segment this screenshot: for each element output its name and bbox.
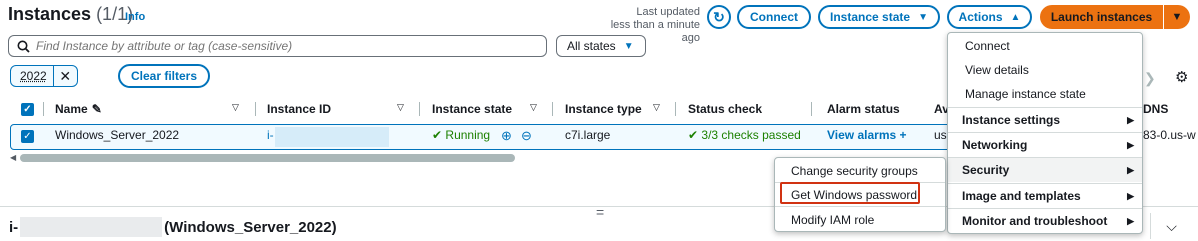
states-select[interactable]: All states ▼ <box>556 35 646 57</box>
resize-handle[interactable]: = <box>596 204 604 220</box>
cell-name: Windows_Server_2022 <box>55 128 180 142</box>
highlight-box <box>780 182 920 204</box>
column-divider <box>43 102 44 116</box>
clear-filters-button[interactable]: Clear filters <box>118 64 210 88</box>
column-divider <box>419 102 420 116</box>
launch-instances-button[interactable]: Launch instances <box>1040 5 1163 29</box>
column-header-name[interactable]: Name ✎ <box>55 97 102 121</box>
menu-group-instance-settings[interactable]: Instance settings ▶ <box>948 107 1142 132</box>
sort-icon[interactable]: ▽ <box>653 102 660 113</box>
next-page-icon[interactable]: ❯ <box>1144 70 1156 87</box>
gear-icon[interactable]: ⚙ <box>1175 68 1188 86</box>
filter-token-text: 2022 <box>20 69 47 83</box>
actions-menu: Connect View details Manage instance sta… <box>947 32 1143 234</box>
instance-state-label: Instance state <box>830 10 911 24</box>
status-check-value: 3/3 checks passed <box>701 128 801 142</box>
search-icon <box>17 40 30 53</box>
info-link[interactable]: Info <box>125 11 145 23</box>
sort-icon[interactable]: ▽ <box>530 102 537 113</box>
checkbox-icon: ✓ <box>21 130 34 143</box>
menu-group-security[interactable]: Security ▶ <box>948 157 1142 182</box>
column-header-instance-id[interactable]: Instance ID <box>267 97 331 121</box>
column-header-alarm-status[interactable]: Alarm status <box>827 97 900 121</box>
collapse-panel-button[interactable]: ⌵ <box>1150 213 1192 239</box>
column-divider <box>552 102 553 116</box>
sort-icon[interactable]: ▽ <box>397 102 404 113</box>
edit-icon: ✎ <box>91 102 102 116</box>
caret-down-icon: ▼ <box>918 11 928 23</box>
launch-options-button[interactable]: ▼ <box>1164 5 1190 29</box>
last-updated-line1: Last updated <box>636 6 700 18</box>
instance-state-value: Running <box>445 128 491 142</box>
zoom-out-icon[interactable]: ⊖ <box>521 128 532 144</box>
redacted-instance-id <box>275 127 389 147</box>
checkbox-icon: ✓ <box>21 102 34 116</box>
cell-availability-zone: us <box>934 128 947 142</box>
caret-right-icon: ▶ <box>1127 190 1134 201</box>
scroll-left-icon[interactable]: ◀ <box>10 153 16 162</box>
caret-down-icon: ▼ <box>1171 11 1183 23</box>
column-divider <box>255 102 256 116</box>
instance-state-button[interactable]: Instance state ▼ <box>818 5 940 29</box>
states-select-value: All states <box>567 39 616 53</box>
plus-icon: + <box>899 128 907 142</box>
row-checkbox[interactable]: ✓ <box>21 130 34 143</box>
menu-item-connect[interactable]: Connect <box>948 33 1142 58</box>
menu-group-label: Monitor and troubleshoot <box>962 214 1108 228</box>
filter-token: 2022 ✕ <box>10 65 78 87</box>
caret-right-icon: ▶ <box>1127 114 1134 125</box>
detail-id-prefix: i- <box>9 219 19 236</box>
select-all-checkbox[interactable]: ✓ <box>21 97 34 121</box>
column-divider <box>675 102 676 116</box>
sort-icon[interactable]: ▽ <box>232 102 239 113</box>
caret-down-icon: ▼ <box>623 40 634 52</box>
cell-instance-state: ✔ Running <box>432 128 490 142</box>
actions-label: Actions <box>958 10 1003 24</box>
caret-right-icon: ▶ <box>1127 164 1134 175</box>
actions-button[interactable]: Actions ▲ <box>947 5 1032 29</box>
close-icon: ✕ <box>59 67 72 84</box>
menu-group-networking[interactable]: Networking ▶ <box>948 132 1142 157</box>
zoom-in-icon[interactable]: ⊕ <box>501 128 512 144</box>
caret-up-icon: ▲ <box>1010 11 1021 23</box>
scrollbar-thumb[interactable] <box>20 154 515 162</box>
view-alarms-label: View alarms <box>827 128 897 142</box>
refresh-button[interactable]: ↻ <box>707 5 731 29</box>
column-header-status-check[interactable]: Status check <box>688 97 762 121</box>
refresh-icon: ↻ <box>713 8 725 25</box>
chevron-down-icon: ⌵ <box>1166 217 1177 234</box>
menu-item-view-details[interactable]: View details <box>948 57 1142 82</box>
cell-dns: 83-0.us-w <box>1143 128 1196 142</box>
column-header-instance-state[interactable]: Instance state <box>432 97 512 121</box>
detail-instance-name: (Windows_Server_2022) <box>164 219 337 236</box>
search-field[interactable] <box>8 35 547 57</box>
cell-instance-id[interactable]: i- <box>267 128 274 142</box>
menu-group-monitor-and-troubleshoot[interactable]: Monitor and troubleshoot ▶ <box>948 208 1142 233</box>
menu-item-change-security-groups[interactable]: Change security groups <box>775 158 945 183</box>
check-circle-icon: ✔ <box>432 128 443 142</box>
menu-group-label: Instance settings <box>962 113 1061 127</box>
page-title: Instances (1/1) <box>8 4 133 25</box>
view-alarms-link[interactable]: View alarms + <box>827 128 907 142</box>
column-header-dns[interactable]: DNS <box>1143 97 1168 121</box>
connect-button[interactable]: Connect <box>737 5 811 29</box>
cell-instance-type: c7i.large <box>565 128 611 142</box>
column-header-name-label: Name <box>55 102 88 116</box>
menu-group-label: Image and templates <box>962 189 1081 203</box>
menu-item-manage-instance-state[interactable]: Manage instance state <box>948 81 1142 106</box>
menu-item-modify-iam-role[interactable]: Modify IAM role <box>775 207 945 232</box>
search-input[interactable] <box>36 39 536 53</box>
caret-right-icon: ▶ <box>1127 139 1134 150</box>
menu-group-label: Security <box>962 163 1010 177</box>
check-circle-icon: ✔ <box>688 128 699 142</box>
caret-right-icon: ▶ <box>1127 215 1134 226</box>
cell-status-check: ✔ 3/3 checks passed <box>688 128 801 142</box>
remove-filter-button[interactable]: ✕ <box>52 66 77 86</box>
column-divider <box>811 102 812 116</box>
column-header-instance-type[interactable]: Instance type <box>565 97 642 121</box>
menu-group-label: Networking <box>962 138 1028 152</box>
redacted-instance-id <box>20 217 162 237</box>
page-title-text: Instances <box>8 4 92 24</box>
menu-group-image-and-templates[interactable]: Image and templates ▶ <box>948 183 1142 208</box>
